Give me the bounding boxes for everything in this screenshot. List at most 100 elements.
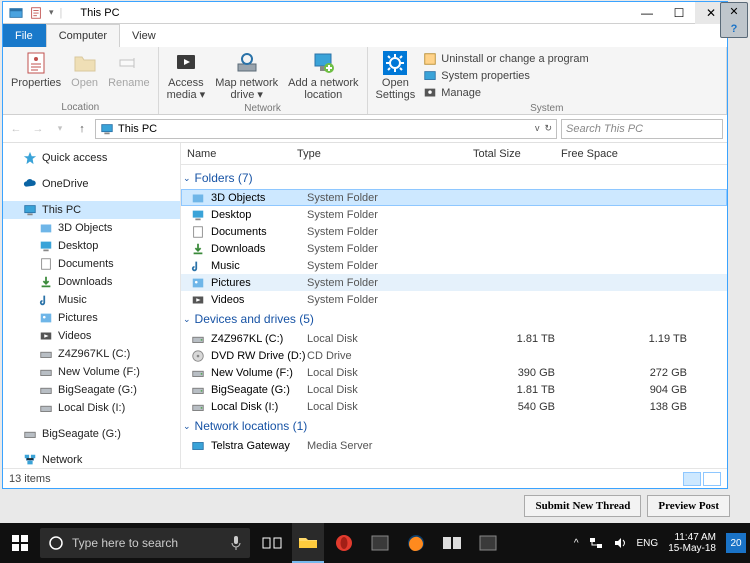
- item-icon: [39, 221, 53, 235]
- nav-child[interactable]: Documents: [3, 255, 180, 273]
- system-properties-button[interactable]: System properties: [421, 68, 590, 84]
- nav-child[interactable]: Videos: [3, 327, 180, 345]
- tb-app2-icon[interactable]: [436, 523, 468, 563]
- item-list[interactable]: ⌄Folders (7) 3D ObjectsSystem FolderDesk…: [181, 165, 727, 468]
- group-drives[interactable]: ⌄Devices and drives (5): [181, 308, 727, 330]
- tab-computer[interactable]: Computer: [46, 24, 120, 47]
- navigation-pane[interactable]: Quick access OneDrive This PC 3D Objects…: [3, 143, 181, 468]
- group-folders[interactable]: ⌄Folders (7): [181, 167, 727, 189]
- nav-up-button[interactable]: ↑: [73, 120, 91, 138]
- list-item[interactable]: Telstra GatewayMedia Server: [181, 437, 727, 454]
- nav-child[interactable]: Desktop: [3, 237, 180, 255]
- tb-explorer-icon[interactable]: [292, 523, 324, 563]
- col-name[interactable]: Name: [181, 148, 291, 160]
- tray-chevron-icon[interactable]: ^: [574, 538, 579, 549]
- column-headers[interactable]: Name Type Total Size Free Space: [181, 143, 727, 165]
- nav-child[interactable]: BigSeagate (G:): [3, 381, 180, 399]
- search-input[interactable]: Search This PC: [561, 119, 723, 139]
- system-tray[interactable]: ^ ENG 11:47 AM 15-May-18 20: [570, 532, 750, 554]
- group-netloc[interactable]: ⌄Network locations (1): [181, 415, 727, 437]
- item-icon: [39, 275, 53, 289]
- add-network-location-button[interactable]: Add a network location: [284, 49, 362, 103]
- mic-icon[interactable]: [230, 535, 242, 551]
- item-icon: [191, 242, 205, 256]
- address-bar[interactable]: This PC v ↻: [95, 119, 557, 139]
- nav-quick-access[interactable]: Quick access: [3, 149, 180, 167]
- access-media-button[interactable]: Access media ▾: [163, 49, 210, 103]
- nav-onedrive[interactable]: OneDrive: [3, 175, 180, 193]
- map-drive-button[interactable]: Map network drive ▾: [211, 49, 282, 103]
- nav-child[interactable]: Music: [3, 291, 180, 309]
- nav-child[interactable]: Pictures: [3, 309, 180, 327]
- list-item[interactable]: New Volume (F:)Local Disk390 GB272 GB: [181, 364, 727, 381]
- nav-child[interactable]: Downloads: [3, 273, 180, 291]
- network-tray-icon[interactable]: [589, 536, 603, 550]
- file-explorer-window: ▾ | This PC — ☐ ✕ File Computer View Pr: [2, 1, 728, 489]
- language-indicator[interactable]: ENG: [637, 538, 659, 549]
- volume-tray-icon[interactable]: [613, 536, 627, 550]
- uninstall-button[interactable]: Uninstall or change a program: [421, 51, 590, 67]
- nav-recent-button[interactable]: ▾: [51, 120, 69, 138]
- list-item[interactable]: BigSeagate (G:)Local Disk1.81 TB904 GB: [181, 381, 727, 398]
- tb-firefox-icon[interactable]: [400, 523, 432, 563]
- list-item[interactable]: DesktopSystem Folder: [181, 206, 727, 223]
- nav-back-button[interactable]: ←: [7, 120, 25, 138]
- details-view-button[interactable]: [683, 472, 701, 486]
- nav-child[interactable]: Z4Z967KL (C:): [3, 345, 180, 363]
- thread-actions: Submit New Thread Preview Post: [30, 493, 730, 519]
- tb-app3-icon[interactable]: [472, 523, 504, 563]
- nav-forward-button[interactable]: →: [29, 120, 47, 138]
- col-total[interactable]: Total Size: [467, 148, 555, 160]
- nav-child[interactable]: Local Disk (I:): [3, 399, 180, 417]
- notification-badge[interactable]: 20: [726, 533, 746, 553]
- minimize-button[interactable]: —: [631, 2, 663, 24]
- manage-button[interactable]: Manage: [421, 85, 590, 101]
- item-icon: [191, 366, 205, 380]
- list-item[interactable]: Z4Z967KL (C:)Local Disk1.81 TB1.19 TB: [181, 330, 727, 347]
- tb-app1-icon[interactable]: [364, 523, 396, 563]
- start-button[interactable]: [0, 523, 40, 563]
- col-type[interactable]: Type: [291, 148, 467, 160]
- nav-bigseagate[interactable]: BigSeagate (G:): [3, 425, 180, 443]
- properties-button[interactable]: Properties: [7, 49, 65, 91]
- qat-properties-icon[interactable]: [29, 6, 43, 20]
- nav-this-pc[interactable]: This PC: [3, 201, 180, 219]
- nav-child[interactable]: 3D Objects: [3, 219, 180, 237]
- nav-network[interactable]: Network: [3, 451, 180, 468]
- task-view-button[interactable]: [256, 523, 288, 563]
- taskbar[interactable]: Type here to search ^ ENG 11:47 AM 15-Ma…: [0, 523, 750, 563]
- taskbar-search[interactable]: Type here to search: [40, 528, 250, 558]
- preview-post-button[interactable]: Preview Post: [647, 495, 730, 517]
- tiles-view-button[interactable]: [703, 472, 721, 486]
- clock[interactable]: 11:47 AM 15-May-18: [668, 532, 716, 554]
- tb-opera-icon[interactable]: [328, 523, 360, 563]
- maximize-button[interactable]: ☐: [663, 2, 695, 24]
- col-free[interactable]: Free Space: [555, 148, 727, 160]
- addr-dropdown-icon[interactable]: v ↻: [535, 123, 552, 134]
- open-settings-button[interactable]: Open Settings: [372, 49, 420, 103]
- network-icon: [23, 453, 37, 467]
- help-icon[interactable]: ?: [731, 23, 738, 35]
- media-icon: [174, 51, 198, 75]
- breadcrumb[interactable]: This PC: [118, 123, 157, 135]
- overlay-widget[interactable]: ✕ ?: [720, 2, 748, 38]
- list-item[interactable]: Local Disk (I:)Local Disk540 GB138 GB: [181, 398, 727, 415]
- titlebar: ▾ | This PC — ☐ ✕: [3, 2, 727, 24]
- status-bar: 13 items: [3, 468, 727, 488]
- list-item[interactable]: DocumentsSystem Folder: [181, 223, 727, 240]
- tab-view[interactable]: View: [120, 24, 169, 47]
- item-icon: [191, 332, 205, 346]
- list-item[interactable]: DownloadsSystem Folder: [181, 240, 727, 257]
- close-icon[interactable]: ✕: [729, 5, 738, 18]
- list-item[interactable]: PicturesSystem Folder: [181, 274, 727, 291]
- submit-thread-button[interactable]: Submit New Thread: [524, 495, 641, 517]
- nav-child[interactable]: New Volume (F:): [3, 363, 180, 381]
- qat-dropdown-icon[interactable]: ▾: [49, 7, 54, 18]
- list-item[interactable]: MusicSystem Folder: [181, 257, 727, 274]
- list-item[interactable]: DVD RW Drive (D:)CD Drive: [181, 347, 727, 364]
- list-item[interactable]: VideosSystem Folder: [181, 291, 727, 308]
- item-icon: [191, 439, 205, 453]
- list-item[interactable]: 3D ObjectsSystem Folder: [181, 189, 727, 206]
- tab-file[interactable]: File: [3, 24, 46, 47]
- manage-icon: [423, 86, 437, 100]
